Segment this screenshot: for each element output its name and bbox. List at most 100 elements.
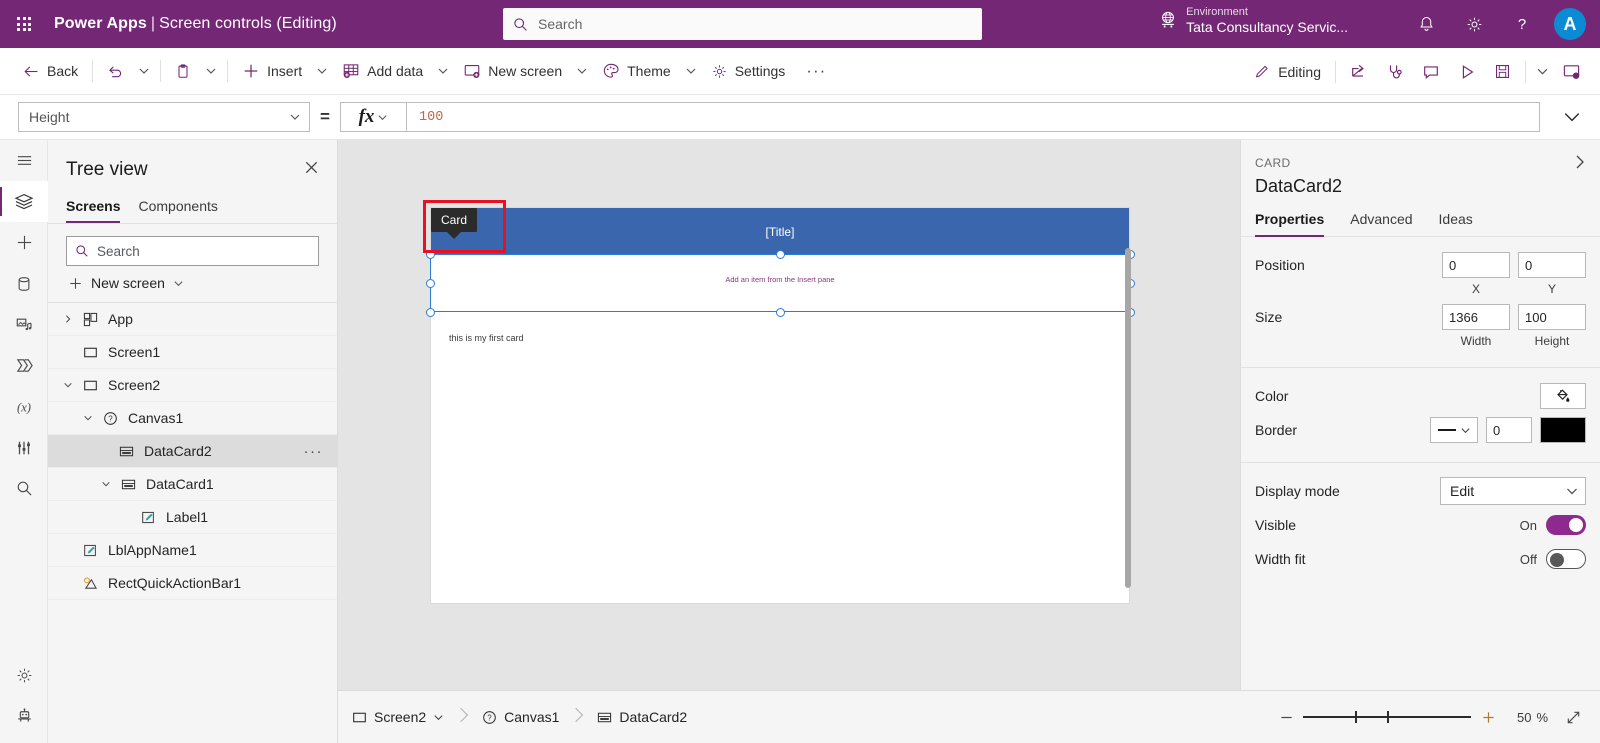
- chevron-down-icon[interactable]: [96, 479, 116, 489]
- tree-node-canvas1[interactable]: ? Canvas1: [48, 402, 337, 435]
- tree-search-input[interactable]: Search: [66, 236, 319, 266]
- visible-toggle[interactable]: [1546, 515, 1586, 535]
- selection-handle-bottom-left[interactable]: [426, 308, 435, 317]
- border-width-input[interactable]: 0: [1486, 417, 1532, 443]
- zoom-in-button[interactable]: [1471, 700, 1505, 734]
- global-search-box[interactable]: Search: [503, 8, 982, 40]
- breadcrumb-datacard2[interactable]: DataCard2: [583, 702, 697, 732]
- rail-settings-button[interactable]: [0, 655, 48, 696]
- brand-title[interactable]: Power Apps|Screen controls (Editing): [54, 15, 337, 33]
- chevron-down-icon[interactable]: [433, 712, 444, 723]
- rail-variables-button[interactable]: (x): [0, 386, 48, 427]
- overflow-menu-button[interactable]: ···: [794, 61, 838, 81]
- rail-search-button[interactable]: [0, 468, 48, 509]
- comments-button[interactable]: [1413, 54, 1449, 90]
- app-preview-frame[interactable]: [Title] Add an item from the Insert pane…: [431, 208, 1129, 603]
- tab-properties[interactable]: Properties: [1255, 211, 1324, 236]
- rail-data-button[interactable]: [0, 263, 48, 304]
- expand-formula-bar-button[interactable]: [1550, 108, 1594, 126]
- size-height-input[interactable]: 100: [1518, 304, 1586, 330]
- breadcrumb-canvas1[interactable]: ? Canvas1: [468, 702, 569, 732]
- chevron-down-icon[interactable]: [58, 380, 78, 390]
- undo-button[interactable]: [98, 53, 133, 89]
- paste-menu-button[interactable]: [200, 53, 222, 89]
- help-button[interactable]: ?: [1500, 2, 1544, 46]
- new-screen-tree-button[interactable]: New screen: [48, 266, 337, 303]
- selection-handle-top-left[interactable]: [426, 250, 435, 259]
- hamburger-menu-button[interactable]: [0, 140, 48, 181]
- property-selector[interactable]: Height: [18, 102, 310, 132]
- chevron-down-icon[interactable]: [78, 413, 98, 423]
- tab-ideas[interactable]: Ideas: [1439, 211, 1473, 236]
- position-y-input[interactable]: 0: [1518, 252, 1586, 278]
- selection-handle-top-center[interactable]: [776, 250, 785, 259]
- app-checker-button[interactable]: [1377, 54, 1413, 90]
- new-screen-menu-button[interactable]: [571, 53, 593, 89]
- theme-menu-button[interactable]: [680, 53, 702, 89]
- tab-components[interactable]: Components: [138, 194, 217, 223]
- theme-button[interactable]: Theme: [593, 53, 680, 89]
- formula-input[interactable]: 100: [406, 102, 1540, 132]
- environment-selector[interactable]: Environment Tata Consultancy Servic...: [1158, 6, 1348, 35]
- paste-button[interactable]: [166, 53, 200, 89]
- app-header-bar[interactable]: [Title]: [431, 208, 1129, 255]
- tree-node-rectquickactionbar1[interactable]: RectQuickActionBar1: [48, 567, 337, 600]
- tree-node-datacard1[interactable]: DataCard1: [48, 468, 337, 501]
- insert-menu-button[interactable]: [311, 53, 333, 89]
- slider-thumb[interactable]: [1355, 711, 1357, 723]
- add-data-menu-button[interactable]: [432, 53, 454, 89]
- save-button[interactable]: [1485, 54, 1520, 90]
- tree-node-lblappname1[interactable]: LblAppName1: [48, 534, 337, 567]
- border-style-select[interactable]: [1430, 417, 1478, 443]
- tab-screens[interactable]: Screens: [66, 194, 120, 223]
- border-color-swatch[interactable]: [1540, 417, 1586, 443]
- tree-node-label1[interactable]: Label1: [48, 501, 337, 534]
- back-button[interactable]: Back: [14, 53, 87, 89]
- app-launcher-button[interactable]: [0, 0, 48, 48]
- new-screen-button[interactable]: New screen: [454, 53, 571, 89]
- selection-handle-bottom-center[interactable]: [776, 308, 785, 317]
- zoom-slider[interactable]: [1303, 707, 1471, 727]
- editing-mode-button[interactable]: Editing: [1245, 54, 1330, 90]
- tree-node-app[interactable]: App: [48, 303, 337, 336]
- rail-media-button[interactable]: [0, 304, 48, 345]
- insert-button[interactable]: Insert: [233, 53, 311, 89]
- notifications-button[interactable]: [1404, 2, 1448, 46]
- close-icon[interactable]: [300, 156, 323, 184]
- publish-button[interactable]: [1553, 54, 1590, 90]
- settings-button[interactable]: [1452, 2, 1496, 46]
- tree-node-screen2[interactable]: Screen2: [48, 369, 337, 402]
- zoom-out-button[interactable]: [1269, 700, 1303, 734]
- rail-tools-button[interactable]: [0, 427, 48, 468]
- datacard2-control[interactable]: Add an item from the Insert pane: [431, 255, 1129, 312]
- canvas-area[interactable]: [Title] Add an item from the Insert pane…: [338, 140, 1240, 690]
- position-x-input[interactable]: 0: [1442, 252, 1510, 278]
- tree-node-screen1[interactable]: Screen1: [48, 336, 337, 369]
- undo-menu-button[interactable]: [133, 53, 155, 89]
- tree-node-context-menu-button[interactable]: ···: [304, 443, 324, 460]
- rail-copilot-button[interactable]: [0, 696, 48, 737]
- chevron-down-icon: [576, 65, 588, 77]
- canvas-vertical-scrollbar[interactable]: [1125, 248, 1131, 588]
- collapse-panel-button[interactable]: [1572, 154, 1588, 175]
- save-menu-button[interactable]: [1531, 54, 1553, 90]
- settings-command-button[interactable]: Settings: [702, 53, 795, 89]
- rail-insert-button[interactable]: [0, 222, 48, 263]
- fill-color-button[interactable]: [1540, 383, 1586, 409]
- rail-power-automate-button[interactable]: [0, 345, 48, 386]
- tree-node-datacard2[interactable]: DataCard2 ···: [48, 435, 337, 468]
- user-avatar[interactable]: A: [1554, 8, 1586, 40]
- breadcrumb-screen2[interactable]: Screen2: [338, 702, 454, 732]
- fit-to-screen-button[interactable]: [1556, 700, 1590, 734]
- tab-advanced[interactable]: Advanced: [1350, 211, 1412, 236]
- rail-tree-view-button[interactable]: [0, 181, 48, 222]
- share-button[interactable]: [1341, 54, 1377, 90]
- display-mode-select[interactable]: Edit: [1440, 477, 1586, 505]
- chevron-right-icon[interactable]: [58, 314, 78, 324]
- fx-button[interactable]: fx: [340, 102, 406, 132]
- size-width-input[interactable]: 1366: [1442, 304, 1510, 330]
- selection-handle-middle-left[interactable]: [426, 279, 435, 288]
- width-fit-toggle[interactable]: [1546, 549, 1586, 569]
- add-data-button[interactable]: Add data: [333, 53, 432, 89]
- preview-button[interactable]: [1449, 54, 1485, 90]
